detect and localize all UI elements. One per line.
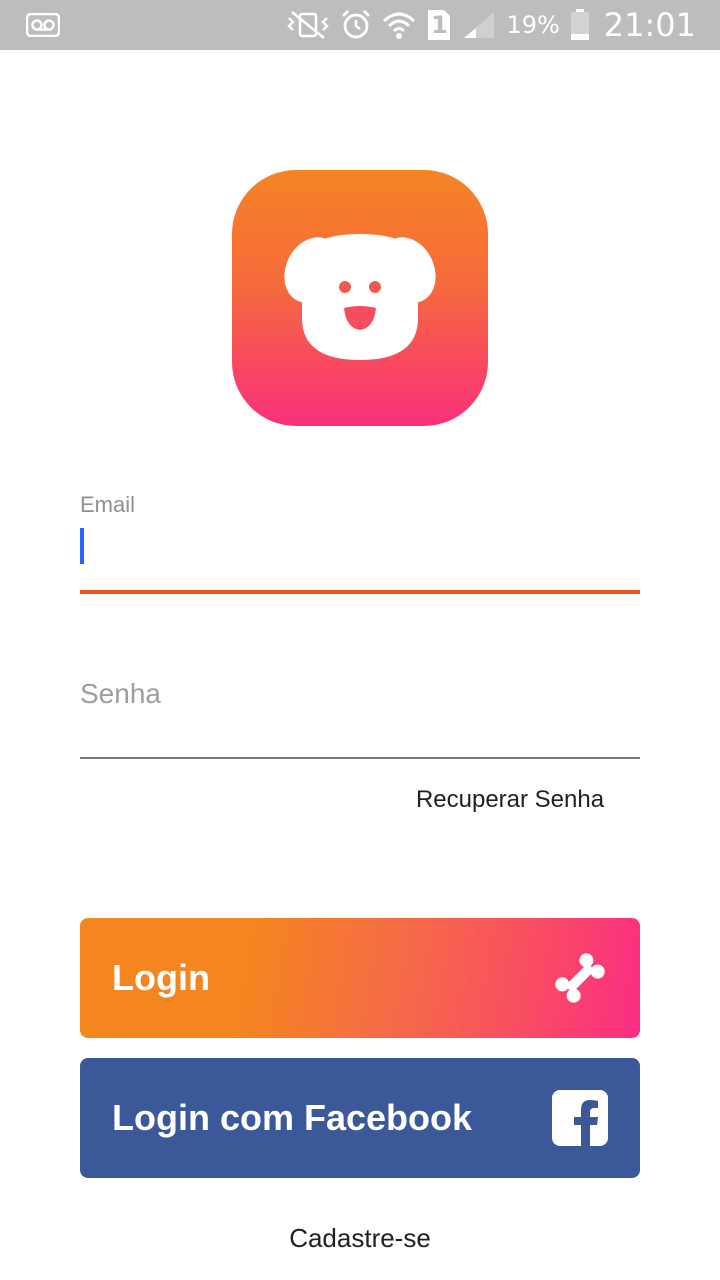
email-label: Email — [80, 492, 136, 517]
voicemail-icon — [26, 13, 60, 37]
facebook-login-label: Login com Facebook — [112, 1097, 473, 1138]
forgot-password-link[interactable]: Recuperar Senha — [360, 780, 640, 820]
app-logo — [232, 170, 488, 426]
password-field[interactable]: Senha — [80, 670, 640, 760]
battery-percent: 19% — [506, 11, 560, 39]
login-button-label: Login — [112, 957, 210, 998]
battery-icon — [570, 9, 590, 41]
facebook-icon — [552, 1090, 608, 1146]
sim-slot-number: 1 — [431, 11, 448, 39]
status-bar: 1 19% 21:01 — [0, 0, 720, 50]
email-field[interactable]: Email — [80, 488, 640, 598]
signal-icon — [462, 10, 496, 40]
wifi-icon — [382, 9, 416, 41]
text-cursor — [80, 528, 84, 564]
vibrate-mute-icon — [286, 10, 330, 40]
bone-icon — [555, 953, 605, 1003]
email-underline — [80, 590, 640, 594]
facebook-login-button[interactable]: Login com Facebook — [80, 1058, 640, 1178]
sim-1-icon: 1 — [426, 8, 452, 42]
password-placeholder[interactable]: Senha — [80, 678, 161, 710]
clock: 21:01 — [603, 6, 696, 44]
dog-face-icon — [284, 234, 436, 360]
password-underline — [80, 757, 640, 759]
alarm-icon — [340, 9, 372, 41]
login-button[interactable]: Login — [80, 918, 640, 1038]
signup-link[interactable]: Cadastre-se — [0, 1218, 720, 1258]
